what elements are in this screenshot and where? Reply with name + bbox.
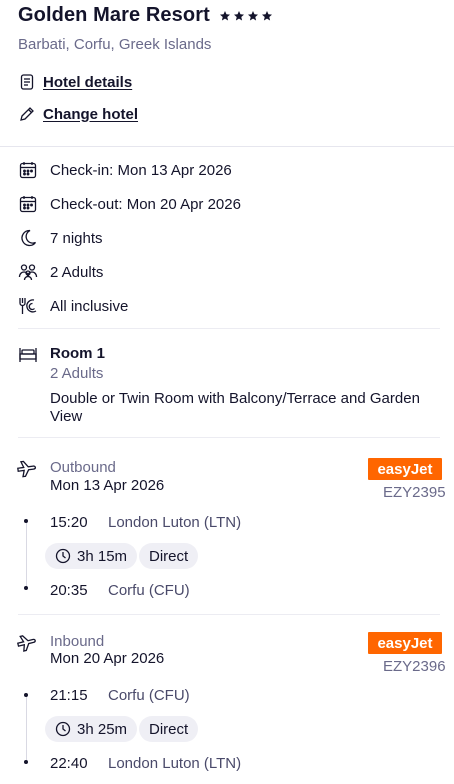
star-icon <box>219 10 230 20</box>
checkout-text: Check-out: Mon 20 Apr 2026 <box>50 195 241 213</box>
calendar-icon <box>18 160 38 180</box>
easyjet-logo: easyJet <box>368 458 442 480</box>
timeline-dot <box>24 519 28 523</box>
star-icon <box>247 10 258 20</box>
guests-row: 2 Adults <box>18 262 103 282</box>
outbound-duration: 3h 15m <box>77 547 128 565</box>
inbound-depart-time: 21:15 <box>50 687 88 704</box>
inbound-arrive-airport: London Luton (LTN) <box>108 755 242 772</box>
checkin-text: Check-in: Mon 13 Apr 2026 <box>50 161 232 179</box>
change-hotel-link[interactable]: Change hotel <box>18 105 138 123</box>
outbound-stops: Direct <box>149 547 189 565</box>
outbound-stops-pill: Direct <box>139 543 199 569</box>
timeline-line <box>26 696 27 762</box>
inbound-stops-pill: Direct <box>139 716 199 742</box>
outbound-date: Mon 13 Apr 2026 <box>50 477 165 494</box>
hotel-details-link[interactable]: Hotel details <box>18 73 132 91</box>
inbound-duration: 3h 25m <box>77 720 128 738</box>
cutlery-icon <box>18 296 38 316</box>
guests-text: 2 Adults <box>50 263 104 281</box>
room-description: Double or Twin Room with Balcony/Terrace… <box>50 390 420 425</box>
room-guests: 2 Adults <box>50 365 104 382</box>
timeline-dot <box>24 693 28 697</box>
outbound-label: Outbound <box>50 459 116 476</box>
plane-depart-icon <box>17 459 37 479</box>
inbound-arrive-time: 22:40 <box>50 755 88 772</box>
outbound-depart-time: 15:20 <box>50 514 88 531</box>
outbound-duration-pill: 3h 15m <box>45 543 138 569</box>
inbound-depart-airport: Corfu (CFU) <box>108 687 190 704</box>
timeline-line <box>26 522 27 588</box>
checkout-row: Check-out: Mon 20 Apr 2026 <box>18 194 241 214</box>
nights-row: 7 nights <box>18 228 103 248</box>
people-icon <box>18 262 38 282</box>
moon-icon <box>18 228 38 248</box>
bed-icon <box>18 346 38 364</box>
hotel-location: Barbati, Corfu, Greek Islands <box>18 36 212 53</box>
divider <box>18 437 440 438</box>
divider <box>0 146 454 147</box>
plane-return-icon <box>16 633 37 653</box>
outbound-flight-number: EZY2395 <box>383 484 446 501</box>
room-title: Room 1 <box>50 345 106 362</box>
hotel-details-label[interactable]: Hotel details <box>43 74 132 91</box>
checkin-row: Check-in: Mon 13 Apr 2026 <box>18 160 232 180</box>
divider <box>18 614 440 615</box>
hotel-header: Golden Mare Resort <box>18 4 273 27</box>
change-hotel-label[interactable]: Change hotel <box>43 106 138 123</box>
star-icon <box>261 10 272 20</box>
star-rating <box>219 10 273 22</box>
inbound-flight-number: EZY2396 <box>383 658 446 675</box>
star-icon <box>233 10 244 20</box>
outbound-arrive-airport: Corfu (CFU) <box>108 582 190 599</box>
outbound-depart-airport: London Luton (LTN) <box>108 514 242 531</box>
board-row: All inclusive <box>18 296 128 316</box>
inbound-duration-pill: 3h 25m <box>45 716 138 742</box>
pencil-icon <box>18 105 36 123</box>
inbound-date: Mon 20 Apr 2026 <box>50 650 165 667</box>
timeline-dot <box>24 760 28 764</box>
calendar-icon <box>18 194 38 214</box>
hotel-name: Golden Mare Resort <box>18 4 210 26</box>
document-icon <box>18 73 36 91</box>
inbound-stops: Direct <box>149 720 189 738</box>
nights-text: 7 nights <box>50 229 103 247</box>
outbound-arrive-time: 20:35 <box>50 582 88 599</box>
timeline-dot <box>24 586 28 590</box>
inbound-label: Inbound <box>50 633 105 650</box>
board-text: All inclusive <box>50 297 129 315</box>
clock-icon <box>55 548 71 564</box>
divider <box>18 328 440 329</box>
easyjet-logo: easyJet <box>368 632 442 654</box>
clock-icon <box>55 721 71 737</box>
